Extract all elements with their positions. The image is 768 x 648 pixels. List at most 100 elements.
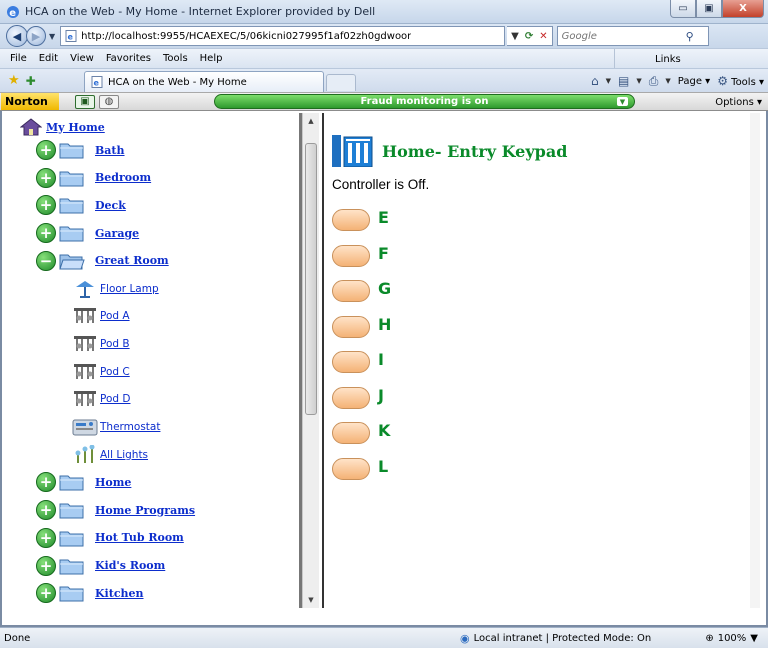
keypad-button[interactable] xyxy=(332,280,370,302)
keypad-button[interactable] xyxy=(332,209,370,231)
favorites-star-icon[interactable]: ★ xyxy=(8,73,20,88)
search-box[interactable]: ⚲ xyxy=(556,26,709,46)
history-dropdown-icon[interactable]: ▼ xyxy=(49,32,55,41)
tree-folder-item[interactable]: + Home xyxy=(36,472,131,493)
scroll-down-icon[interactable]: ▼ xyxy=(303,592,319,608)
tree-folder-item[interactable]: + Bath xyxy=(36,140,125,160)
expand-icon[interactable]: + xyxy=(36,500,56,521)
monitor-icon[interactable]: ▣ xyxy=(75,94,95,109)
tree-scrollbar[interactable]: ▲ ▼ xyxy=(302,113,319,608)
keypad-button[interactable] xyxy=(332,386,370,409)
tree-folder-item[interactable]: + Garage xyxy=(36,223,139,244)
keypad-button[interactable] xyxy=(332,244,370,267)
tools-menu-button[interactable]: ⚙ Tools ▾ xyxy=(717,74,764,88)
keypad-button[interactable] xyxy=(332,351,370,373)
scroll-up-icon[interactable]: ▲ xyxy=(303,113,319,129)
tree-root-label: My Home xyxy=(46,120,105,134)
tree-device-item[interactable]: Pod A xyxy=(72,306,130,326)
tree-item-label: Hot Tub Room xyxy=(95,531,184,545)
address-bar[interactable]: e http://localhost:9955/HCAEXEC/5/06kicn… xyxy=(60,26,506,46)
print-dropdown-icon[interactable]: ▼ xyxy=(665,77,670,85)
print-icon[interactable]: ⎙ xyxy=(649,74,659,89)
tree-item-label: Bedroom xyxy=(95,171,152,185)
tree-device-item[interactable]: Pod B xyxy=(72,334,130,354)
menu-tools[interactable]: Tools xyxy=(157,53,194,64)
keypad-button[interactable] xyxy=(332,422,370,444)
page-icon: e xyxy=(91,76,103,88)
tree-item-label: Pod D xyxy=(100,393,131,406)
menu-view[interactable]: View xyxy=(64,53,100,64)
content-scrollbar[interactable] xyxy=(750,113,760,608)
tree-device-item[interactable]: Thermostat xyxy=(72,417,160,437)
refresh-icon[interactable]: ⟳ xyxy=(525,31,533,42)
tree-folder-item[interactable]: + Deck xyxy=(36,195,126,216)
expand-icon[interactable]: + xyxy=(36,472,56,493)
keypad-button[interactable] xyxy=(332,457,370,480)
minimize-button[interactable]: ▭ xyxy=(670,0,696,18)
page-menu-button[interactable]: Page ▾ xyxy=(678,76,710,87)
pod-icon xyxy=(74,363,96,379)
expand-icon[interactable]: + xyxy=(36,195,56,216)
tree-folder-item[interactable]: + Hot Tub Room xyxy=(36,527,184,548)
expand-icon[interactable]: + xyxy=(36,223,56,244)
zoom-control[interactable]: ⊕ 100% ▼ xyxy=(705,628,758,648)
home-icon[interactable]: ⌂ xyxy=(591,74,599,88)
expand-icon[interactable]: + xyxy=(36,167,56,188)
fraud-monitoring-bar[interactable]: Fraud monitoring is on ▼ xyxy=(214,94,635,109)
tree-device-item[interactable]: Floor Lamp xyxy=(72,279,159,299)
tree-folder-item[interactable]: + Kid's Room xyxy=(36,555,165,576)
scroll-thumb[interactable] xyxy=(305,143,317,415)
tree-device-item[interactable]: Pod C xyxy=(72,362,130,382)
tree-folder-item[interactable]: − Great Room xyxy=(36,250,169,271)
tree-frame: My Home + Bath + Bedroom + Deck + Garage − Great … xyxy=(18,113,302,608)
feeds-icon[interactable]: ▤ xyxy=(618,74,629,88)
keypad-button-label: I xyxy=(378,350,384,369)
links-toolbar[interactable]: Links xyxy=(614,49,681,69)
address-dropdown-icon[interactable]: ▼ xyxy=(511,31,519,42)
menu-help[interactable]: Help xyxy=(194,53,229,64)
norton-logo[interactable]: Norton xyxy=(1,93,59,110)
options-label: Options xyxy=(715,97,754,108)
search-input[interactable] xyxy=(561,30,682,42)
back-button[interactable]: ◀ xyxy=(6,25,28,47)
keypad-button[interactable] xyxy=(332,315,370,338)
chevron-down-icon[interactable]: ▼ xyxy=(617,97,628,106)
expand-icon[interactable]: + xyxy=(36,555,56,576)
keypad-button-label: K xyxy=(378,421,391,440)
svg-text:e: e xyxy=(94,79,100,88)
expand-icon[interactable]: + xyxy=(36,583,56,604)
tree-device-item[interactable]: All Lights xyxy=(72,444,148,465)
svg-text:e: e xyxy=(9,8,16,19)
add-favorite-icon[interactable]: ✚ xyxy=(26,74,36,88)
forward-button[interactable]: ▶ xyxy=(26,26,46,46)
keypad-icon xyxy=(332,135,373,167)
folder-icon xyxy=(59,143,84,159)
security-zone[interactable]: ◉ Local intranet | Protected Mode: On xyxy=(460,628,651,648)
menu-file[interactable]: File xyxy=(4,53,33,64)
arrow-left-icon: ◀ xyxy=(12,29,22,43)
tree-device-item[interactable]: Pod D xyxy=(72,389,130,409)
status-text: Done xyxy=(4,632,31,644)
home-dropdown-icon[interactable]: ▼ xyxy=(606,77,611,85)
menu-edit[interactable]: Edit xyxy=(33,53,64,64)
tree-folder-item[interactable]: + Kitchen xyxy=(36,583,144,604)
menu-favorites[interactable]: Favorites xyxy=(100,53,157,64)
zoom-level: 100% xyxy=(717,633,747,644)
expand-icon[interactable]: + xyxy=(36,140,56,160)
tree-folder-item[interactable]: + Home Programs xyxy=(36,500,195,521)
expand-icon[interactable]: + xyxy=(36,527,56,548)
options-menu[interactable]: Options ▾ xyxy=(715,93,762,112)
search-icon[interactable]: ⚲ xyxy=(686,30,694,43)
stop-icon[interactable]: ✕ xyxy=(539,31,547,42)
tab-active[interactable]: e HCA on the Web - My Home xyxy=(84,71,324,92)
tree-folder-item[interactable]: + Bedroom xyxy=(36,167,152,188)
lightbulbs-icon xyxy=(75,444,95,463)
close-button[interactable]: X xyxy=(722,0,764,18)
tree-root[interactable]: My Home xyxy=(20,118,105,136)
feeds-dropdown-icon[interactable]: ▼ xyxy=(636,77,641,85)
command-bar: ⌂ ▼ ▤ ▼ ⎙ ▼ Page ▾ ⚙ Tools ▾ xyxy=(591,69,764,93)
new-tab-button[interactable] xyxy=(326,74,356,91)
globe-icon[interactable]: ◍ xyxy=(99,94,119,109)
maximize-button[interactable]: ▣ xyxy=(696,0,722,18)
collapse-icon[interactable]: − xyxy=(36,250,56,271)
